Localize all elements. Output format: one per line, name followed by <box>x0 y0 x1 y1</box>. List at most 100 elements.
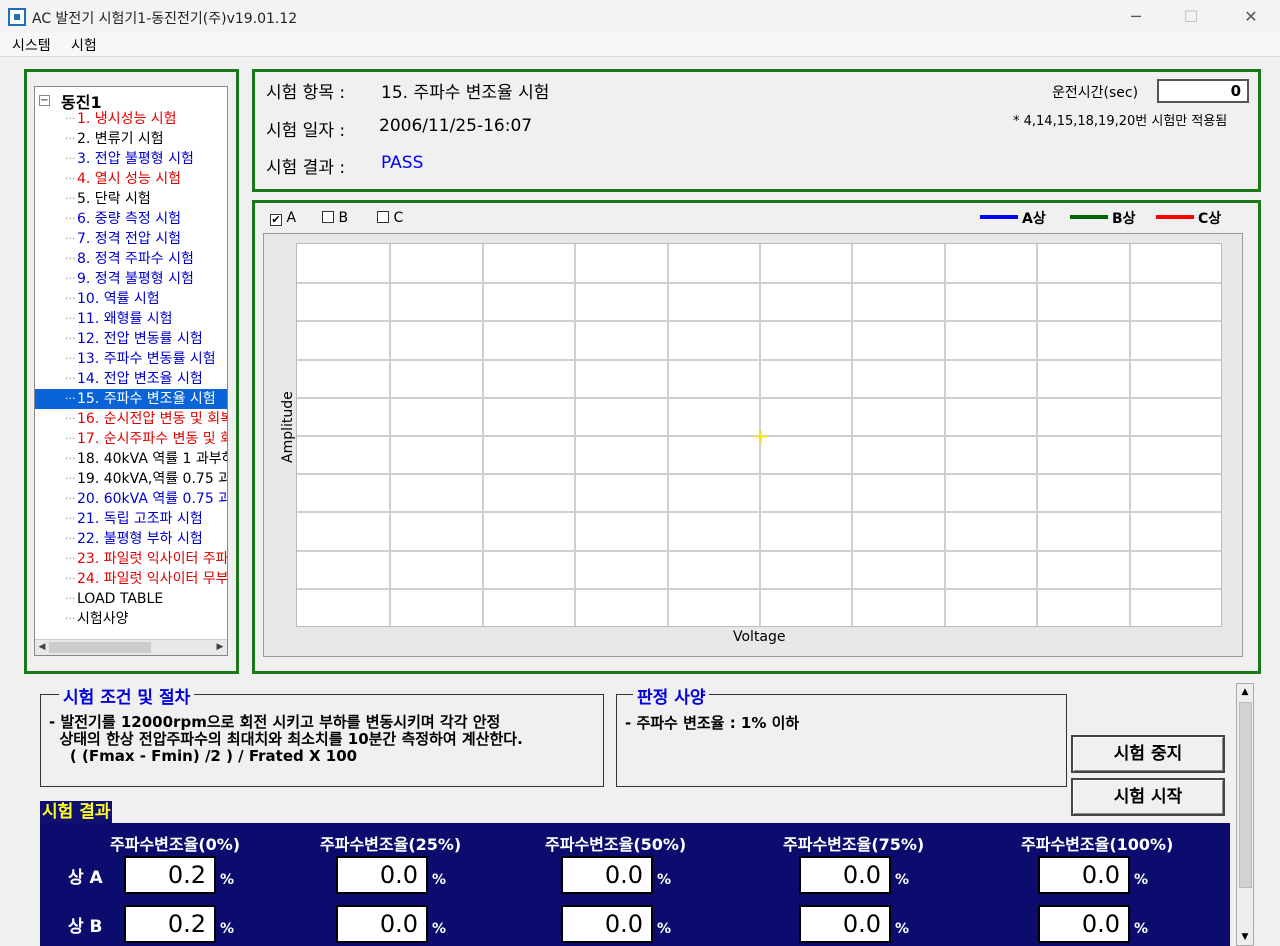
vertical-scrollbar[interactable]: ▲ ▼ <box>1236 683 1254 946</box>
tree-item[interactable]: ···17. 순시주파수 변동 및 회복 <box>35 429 227 449</box>
tree-item[interactable]: ··· 6. 중량 측정 시험 <box>35 209 227 229</box>
maximize-button[interactable]: ☐ <box>1164 0 1218 33</box>
tree-item-label: 2. 변류기 시험 <box>77 131 164 147</box>
percent-unit: % <box>432 921 447 937</box>
vertical-scroll-thumb[interactable] <box>1239 702 1252 888</box>
scroll-thumb[interactable] <box>49 642 151 653</box>
start-test-button[interactable]: 시험 시작 <box>1071 778 1225 816</box>
scroll-up-icon[interactable]: ▲ <box>1237 684 1253 700</box>
test-tree[interactable]: − 동진1 ··· 1. 냉시성능 시험 ··· 2. 변류기 시험 ··· 3. 전압 … <box>34 86 228 656</box>
tree-item[interactable]: ··· 18. 40kVA 역률 1 과부하 <box>35 449 227 469</box>
test-date-label: 시험 일자 : <box>266 121 346 141</box>
tree-item[interactable]: ···19. 40kVA,역률 0.75 과부하 <box>35 469 227 489</box>
result-value-field[interactable]: 0.0 <box>561 856 653 894</box>
tree-item[interactable]: ··· 3. 전압 불평형 시험 <box>35 149 227 169</box>
tree-item[interactable]: ··· 5. 단락 시험 <box>35 189 227 209</box>
tree-connector: ··· <box>65 152 76 165</box>
results-row-label: 상 A <box>68 868 103 888</box>
legend-phase-b: B상 <box>1070 208 1136 228</box>
runtime-input[interactable]: 0 <box>1157 79 1249 103</box>
tree-item[interactable]: ··· 23. 파일럿 익사이터 주파수 <box>35 549 227 569</box>
menu-system[interactable]: 시스템 <box>12 35 51 55</box>
result-value-field[interactable]: 0.0 <box>336 905 428 943</box>
tree-item-label: 1. 냉시성능 시험 <box>77 111 177 127</box>
tree-item-label: 24. 파일럿 익사이터 무부하 <box>77 571 227 587</box>
result-value-field[interactable]: 0.2 <box>124 905 216 943</box>
tree-item[interactable]: ··· 8. 정격 주파수 시험 <box>35 249 227 269</box>
result-value-field[interactable]: 0.0 <box>561 905 653 943</box>
tree-connector: ··· <box>65 612 76 625</box>
tree-horizontal-scrollbar[interactable]: ◀ ▶ <box>35 639 227 655</box>
tree-connector: ··· <box>65 472 76 485</box>
results-column-header: 주파수변조율(25%) <box>320 835 462 854</box>
tree-item[interactable]: ··· 21. 독립 고조파 시험 <box>35 509 227 529</box>
tree-item[interactable]: ··· 시험사양 <box>35 609 227 629</box>
tree-item[interactable]: ··· LOAD TABLE <box>35 589 227 609</box>
results-panel: 주파수변조율(0%) 주파수변조율(25%) 주파수변조율(50%) 주파수변조율(7… <box>40 823 1230 946</box>
checkbox-empty-icon <box>322 211 334 223</box>
tree-connector: ··· <box>65 372 76 385</box>
checkbox-phase-a[interactable]: ✔ A <box>270 210 296 226</box>
checkbox-phase-b[interactable]: B <box>322 210 348 226</box>
tree-item[interactable]: ··· 16. 순시전압 변동 및 회복 <box>35 409 227 429</box>
tree-item[interactable]: ··· 11. 왜형률 시험 <box>35 309 227 329</box>
app-icon <box>8 8 26 26</box>
tree-connector: ··· <box>65 232 76 245</box>
tree-item[interactable]: ··· 24. 파일럿 익사이터 무부하 <box>35 569 227 589</box>
tree-connector: ··· <box>65 352 76 365</box>
result-value-field[interactable]: 0.0 <box>1038 856 1130 894</box>
result-value-field[interactable]: 0.0 <box>336 856 428 894</box>
tree-item[interactable]: ··· 9. 정격 불평형 시험 <box>35 269 227 289</box>
collapse-icon[interactable]: − <box>39 95 50 106</box>
checkbox-checked-icon: ✔ <box>270 213 282 226</box>
scroll-right-icon[interactable]: ▶ <box>214 641 226 654</box>
test-result-value: PASS <box>381 153 424 173</box>
results-title: 시험 결과 <box>40 801 113 823</box>
tree-item[interactable]: ···20. 60kVA 역률 0.75 과부하 <box>35 489 227 509</box>
tree-item[interactable]: ··· 1. 냉시성능 시험 <box>35 109 227 129</box>
tree-item-label: 12. 전압 변동률 시험 <box>77 331 203 347</box>
tree-item-label: 7. 정격 전압 시험 <box>77 231 181 247</box>
result-value-field[interactable]: 0.2 <box>124 856 216 894</box>
percent-unit: % <box>1134 872 1149 888</box>
checkbox-phase-c[interactable]: C <box>377 210 403 226</box>
tree-item[interactable]: ··· 10. 역률 시험 <box>35 289 227 309</box>
menu-bar: 시스템 시험 <box>0 33 1280 57</box>
tree-connector: ··· <box>65 272 76 285</box>
tree-connector: ··· <box>65 292 76 305</box>
tree-item-label: 16. 순시전압 변동 및 회복 <box>77 411 227 427</box>
legend-phase-a: A상 <box>980 208 1046 228</box>
tree-connector: ··· <box>65 312 76 325</box>
tree-item[interactable]: ··· 4. 열시 성능 시험 <box>35 169 227 189</box>
tree-connector: ··· <box>65 112 76 125</box>
tree-item[interactable]: ··· 7. 정격 전압 시험 <box>35 229 227 249</box>
tree-item[interactable]: ··· 22. 불평형 부하 시험 <box>35 529 227 549</box>
tree-item-label: 17. 순시주파수 변동 및 회복 <box>77 431 227 447</box>
tree-item-label: 4. 열시 성능 시험 <box>77 171 181 187</box>
scroll-left-icon[interactable]: ◀ <box>36 641 48 654</box>
tree-item[interactable]: ··· 2. 변류기 시험 <box>35 129 227 149</box>
results-column-header: 주파수변조율(75%) <box>783 835 925 854</box>
tree-item[interactable]: ··· 12. 전압 변동률 시험 <box>35 329 227 349</box>
tree-item[interactable]: ··· 13. 주파수 변동률 시험 <box>35 349 227 369</box>
tree-connector: ··· <box>65 392 76 405</box>
plot-area[interactable]: + <box>296 243 1222 627</box>
tree-item-label: 22. 불평형 부하 시험 <box>77 531 203 547</box>
close-button[interactable]: ✕ <box>1224 0 1278 33</box>
percent-unit: % <box>657 921 672 937</box>
tree-item[interactable]: ··· 15. 주파수 변조율 시험 <box>35 389 227 409</box>
minimize-button[interactable]: ─ <box>1109 0 1163 33</box>
result-value-field[interactable]: 0.0 <box>799 905 891 943</box>
tree-item-label: 3. 전압 불평형 시험 <box>77 151 194 167</box>
test-item-label: 시험 항목 : <box>266 83 346 103</box>
x-axis-label: Voltage <box>733 629 786 645</box>
judge-title: 판정 사양 <box>633 683 710 708</box>
percent-unit: % <box>657 872 672 888</box>
result-value-field[interactable]: 0.0 <box>1038 905 1130 943</box>
tree-item[interactable]: ··· 14. 전압 변조율 시험 <box>35 369 227 389</box>
menu-test[interactable]: 시험 <box>71 35 97 55</box>
scroll-down-icon[interactable]: ▼ <box>1237 929 1253 945</box>
result-value-field[interactable]: 0.0 <box>799 856 891 894</box>
tree-item-label: 8. 정격 주파수 시험 <box>77 251 194 267</box>
stop-test-button[interactable]: 시험 중지 <box>1071 735 1225 773</box>
